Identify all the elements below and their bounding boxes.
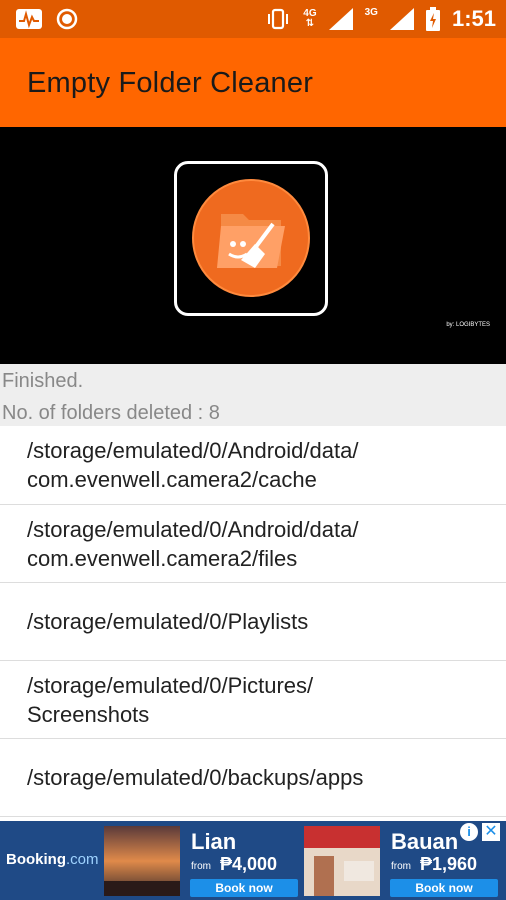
ad-brand: Booking.com: [6, 851, 99, 868]
book-now-button-1[interactable]: Book now: [190, 879, 298, 897]
signal-icon-2: [389, 8, 414, 30]
banner-credit: by: LOGIBYTES: [446, 322, 490, 328]
book-now-button-2[interactable]: Book now: [390, 879, 498, 897]
status-panel: Finished. No. of folders deleted : 8: [0, 364, 506, 426]
ad-thumbnail-1: [104, 826, 180, 896]
ad-from-1: from: [191, 861, 211, 872]
ad-from-2: from: [391, 861, 411, 872]
ad-thumbnail-2: [304, 826, 380, 896]
ad-close-icon[interactable]: ✕: [482, 823, 500, 841]
folder-broom-icon: [192, 179, 310, 297]
folder-path: /storage/emulated/0/Android/data/ com.ev…: [27, 516, 359, 571]
deleted-count: No. of folders deleted : 8: [2, 402, 220, 424]
app-bar: Empty Folder Cleaner: [0, 38, 506, 127]
network-type-label-2: 3G: [364, 7, 378, 18]
ad-price-2: ₱1,960: [420, 854, 478, 874]
ad-location-2: Bauan: [391, 829, 459, 854]
deleted-folders-list: /storage/emulated/0/Android/data/ com.ev…: [0, 426, 506, 817]
list-item[interactable]: /storage/emulated/0/Playlists: [0, 583, 506, 661]
status-bar: 4G ⇅ 3G 1:51: [0, 0, 506, 38]
battery-icon: [425, 7, 440, 31]
app-title: Empty Folder Cleaner: [27, 67, 314, 99]
record-icon: [56, 8, 78, 30]
ad-price-1: ₱4,000: [220, 854, 278, 874]
app-banner: by: LOGIBYTES: [0, 127, 506, 364]
folder-path: /storage/emulated/0/Playlists: [27, 609, 309, 634]
ad-banner[interactable]: Booking.com Lian from ₱4,000 Book now Ba…: [0, 821, 506, 900]
activity-icon: [16, 9, 42, 29]
list-item[interactable]: /storage/emulated/0/backups/apps: [0, 739, 506, 817]
folder-path: /storage/emulated/0/Android/data/ com.ev…: [27, 438, 359, 492]
signal-icon: [328, 8, 353, 30]
list-item[interactable]: /storage/emulated/0/Pictures/ Screenshot…: [0, 661, 506, 739]
ad-location-1: Lian: [191, 829, 237, 854]
folder-path: /storage/emulated/0/backups/apps: [27, 765, 364, 790]
app-logo: [174, 161, 328, 316]
status-text: Finished.: [2, 370, 84, 392]
data-arrows-icon: ⇅: [305, 18, 315, 29]
folder-path: /storage/emulated/0/Pictures/ Screenshot…: [27, 672, 314, 727]
list-item[interactable]: /storage/emulated/0/Android/data/ com.ev…: [0, 505, 506, 583]
list-item[interactable]: /storage/emulated/0/Android/data/ com.ev…: [0, 426, 506, 505]
clock: 1:51: [451, 6, 496, 31]
vibrate-icon: [268, 8, 289, 30]
ad-info-icon[interactable]: i: [460, 823, 478, 841]
